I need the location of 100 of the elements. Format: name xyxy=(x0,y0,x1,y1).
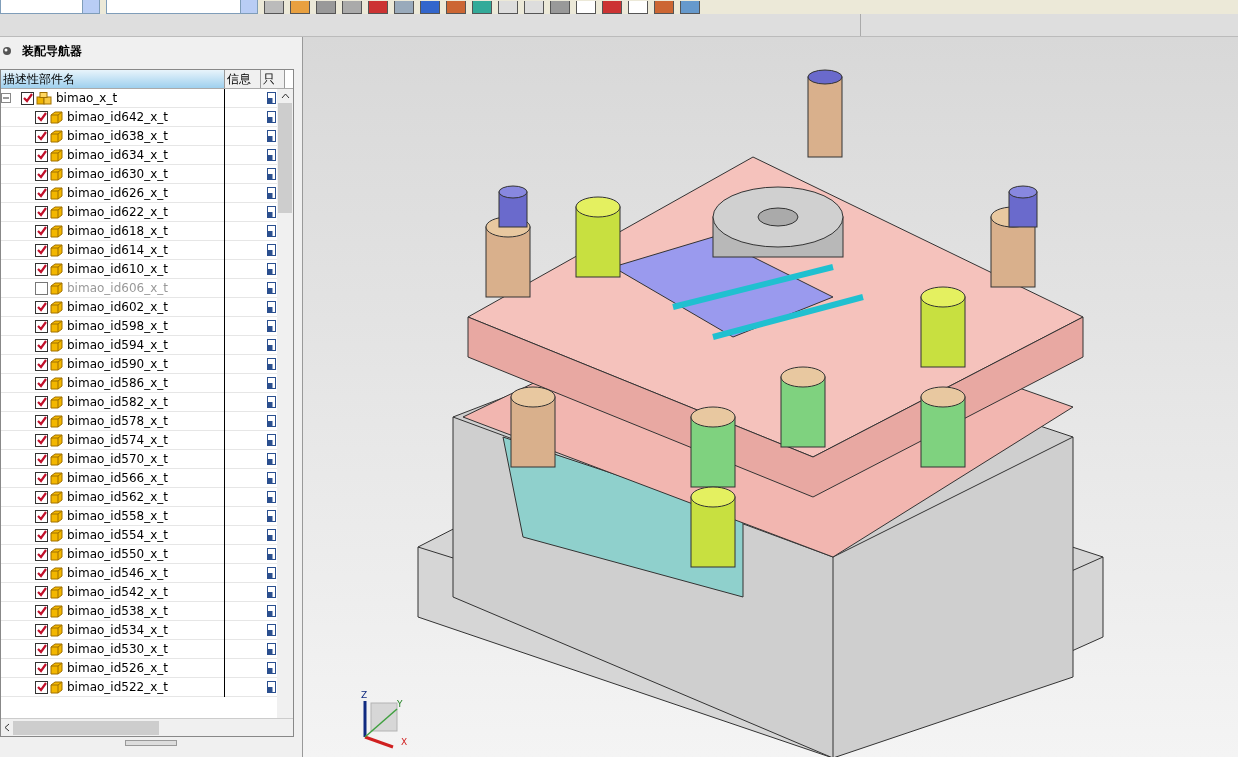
tree-item[interactable]: bimao_id578_x_t xyxy=(67,414,168,428)
checkbox[interactable] xyxy=(35,490,48,504)
document-icon xyxy=(267,187,276,199)
dropdown[interactable] xyxy=(0,0,100,14)
scroll-left-icon[interactable] xyxy=(3,723,11,732)
part-icon xyxy=(50,414,63,428)
checkbox[interactable] xyxy=(35,262,48,276)
checkbox[interactable] xyxy=(35,357,48,371)
tree-item[interactable]: bimao_id622_x_t xyxy=(67,205,168,219)
tree-item[interactable]: bimao_id618_x_t xyxy=(67,224,168,238)
tree-item[interactable]: bimao_id602_x_t xyxy=(67,300,168,314)
checkbox[interactable] xyxy=(35,167,48,181)
tree-item[interactable]: bimao_x_t xyxy=(56,91,118,105)
scroll-thumb[interactable] xyxy=(278,103,292,213)
checkbox[interactable] xyxy=(35,110,48,124)
tree-item[interactable]: bimao_id630_x_t xyxy=(67,167,168,181)
checkbox[interactable] xyxy=(35,585,48,599)
checkbox[interactable] xyxy=(21,91,34,105)
tree-item[interactable]: bimao_id642_x_t xyxy=(67,110,168,124)
checkbox[interactable] xyxy=(35,642,48,656)
checkbox[interactable] xyxy=(35,186,48,200)
document-icon xyxy=(267,358,276,370)
panel-title: 装配导航器 xyxy=(22,42,82,60)
column-header[interactable]: 描述性部件名 xyxy=(1,70,225,88)
collapse-toggle[interactable] xyxy=(1,93,11,103)
horizontal-scrollbar[interactable] xyxy=(1,718,293,736)
document-icon xyxy=(267,548,276,560)
tree-item[interactable]: bimao_id638_x_t xyxy=(67,129,168,143)
column-header[interactable]: 信息 xyxy=(225,70,261,88)
toolbar-icon[interactable] xyxy=(264,1,284,14)
checkbox[interactable] xyxy=(35,528,48,542)
axis-label: Y xyxy=(397,699,403,709)
splitter-handle[interactable] xyxy=(125,740,177,746)
tree-item[interactable]: bimao_id546_x_t xyxy=(67,566,168,580)
tree-item[interactable]: bimao_id550_x_t xyxy=(67,547,168,561)
tree-item[interactable]: bimao_id590_x_t xyxy=(67,357,168,371)
tree-item[interactable]: bimao_id594_x_t xyxy=(67,338,168,352)
checkbox[interactable] xyxy=(35,338,48,352)
document-icon xyxy=(267,263,276,275)
checkbox[interactable] xyxy=(35,433,48,447)
checkbox[interactable] xyxy=(35,680,48,694)
tree-item[interactable]: bimao_id598_x_t xyxy=(67,319,168,333)
toolbar-icon[interactable] xyxy=(576,1,596,14)
tree-item[interactable]: bimao_id534_x_t xyxy=(67,623,168,637)
checkbox[interactable] xyxy=(35,281,48,295)
checkbox[interactable] xyxy=(35,661,48,675)
part-icon xyxy=(50,300,63,314)
checkbox[interactable] xyxy=(35,566,48,580)
tree-item[interactable]: bimao_id558_x_t xyxy=(67,509,168,523)
document-icon xyxy=(267,510,276,522)
tree-item[interactable]: bimao_id586_x_t xyxy=(67,376,168,390)
toolbar-icon[interactable] xyxy=(524,1,544,14)
checkbox[interactable] xyxy=(35,452,48,466)
tree-item[interactable]: bimao_id574_x_t xyxy=(67,433,168,447)
document-icon xyxy=(267,301,276,313)
scroll-up-icon[interactable] xyxy=(280,93,290,99)
checkbox[interactable] xyxy=(35,414,48,428)
checkbox[interactable] xyxy=(35,148,48,162)
tree-item[interactable]: bimao_id554_x_t xyxy=(67,528,168,542)
tree-item[interactable]: bimao_id614_x_t xyxy=(67,243,168,257)
document-icon xyxy=(267,643,276,655)
checkbox[interactable] xyxy=(35,319,48,333)
tree-item[interactable]: bimao_id610_x_t xyxy=(67,262,168,276)
document-icon xyxy=(267,149,276,161)
toolbar-icon[interactable] xyxy=(628,1,648,14)
tree-item[interactable]: bimao_id522_x_t xyxy=(67,680,168,694)
checkbox[interactable] xyxy=(35,623,48,637)
part-icon xyxy=(50,376,63,390)
toolbar-icon[interactable] xyxy=(342,1,362,14)
dropdown[interactable] xyxy=(106,0,258,14)
part-icon xyxy=(50,528,63,542)
tree-item[interactable]: bimao_id530_x_t xyxy=(67,642,168,656)
part-icon xyxy=(50,604,63,618)
checkbox[interactable] xyxy=(35,300,48,314)
tree-item[interactable]: bimao_id570_x_t xyxy=(67,452,168,466)
tree-item[interactable]: bimao_id626_x_t xyxy=(67,186,168,200)
checkbox[interactable] xyxy=(35,129,48,143)
tree-item[interactable]: bimao_id526_x_t xyxy=(67,661,168,675)
column-header[interactable]: 只 xyxy=(261,70,285,88)
tree-item[interactable]: bimao_id566_x_t xyxy=(67,471,168,485)
checkbox[interactable] xyxy=(35,243,48,257)
checkbox[interactable] xyxy=(35,205,48,219)
checkbox[interactable] xyxy=(35,376,48,390)
tree-item[interactable]: bimao_id538_x_t xyxy=(67,604,168,618)
document-icon xyxy=(267,168,276,180)
scroll-thumb[interactable] xyxy=(13,720,159,735)
tree-item[interactable]: bimao_id634_x_t xyxy=(67,148,168,162)
toolbar-icon[interactable] xyxy=(498,1,518,14)
toolbar-icon[interactable] xyxy=(394,1,414,14)
tree-item[interactable]: bimao_id542_x_t xyxy=(67,585,168,599)
toolbar-icon[interactable] xyxy=(290,1,310,14)
tree-item[interactable]: bimao_id562_x_t xyxy=(67,490,168,504)
graphics-viewport[interactable]: Z Y X xyxy=(303,37,1238,757)
checkbox[interactable] xyxy=(35,509,48,523)
tree-item[interactable]: bimao_id582_x_t xyxy=(67,395,168,409)
checkbox[interactable] xyxy=(35,224,48,238)
checkbox[interactable] xyxy=(35,604,48,618)
checkbox[interactable] xyxy=(35,547,48,561)
checkbox[interactable] xyxy=(35,471,48,485)
checkbox[interactable] xyxy=(35,395,48,409)
